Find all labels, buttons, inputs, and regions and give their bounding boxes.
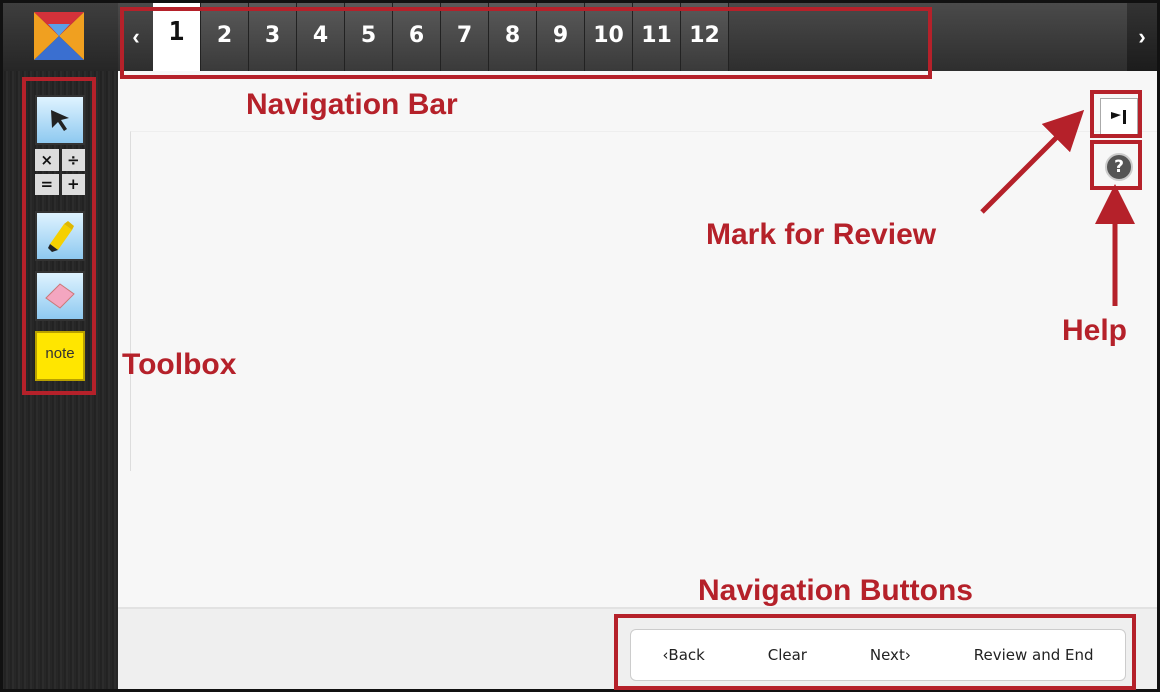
- question-tab-7[interactable]: 7: [441, 3, 489, 71]
- help-icon: ?: [1105, 153, 1133, 181]
- question-tab-8[interactable]: 8: [489, 3, 537, 71]
- navigation-bar: ‹ 1 2 3 4 5 6 7 8 9 10 11 12 ›: [3, 3, 1157, 73]
- mark-for-review-label: Mark for Review: [706, 218, 937, 251]
- next-button[interactable]: Next›: [862, 640, 919, 670]
- navigation-buttons-label: Navigation Buttons: [698, 574, 973, 607]
- calc-key: =: [35, 173, 59, 195]
- help-button[interactable]: ?: [1100, 148, 1138, 186]
- question-panel: [130, 131, 1157, 471]
- help-label: Help: [1062, 314, 1128, 347]
- logo-cell: [3, 3, 118, 71]
- calc-key: ÷: [61, 149, 85, 171]
- question-tabs: 1 2 3 4 5 6 7 8 9 10 11 12: [153, 3, 729, 73]
- question-tab-4[interactable]: 4: [297, 3, 345, 71]
- next-questions-arrow[interactable]: ›: [1127, 3, 1157, 71]
- question-tab-10[interactable]: 10: [585, 3, 633, 71]
- question-tab-11[interactable]: 11: [633, 3, 681, 71]
- mark-for-review-button[interactable]: [1100, 98, 1138, 136]
- question-tab-5[interactable]: 5: [345, 3, 393, 71]
- question-tab-6[interactable]: 6: [393, 3, 441, 71]
- clear-button[interactable]: Clear: [760, 640, 815, 670]
- back-button[interactable]: ‹Back: [654, 640, 712, 670]
- question-tab-3[interactable]: 3: [249, 3, 297, 71]
- navigation-bar-label: Navigation Bar: [246, 88, 458, 121]
- question-tab-12[interactable]: 12: [681, 3, 729, 71]
- logo-icon: [34, 12, 84, 60]
- eraser-tool[interactable]: [35, 271, 85, 321]
- pointer-tool[interactable]: [35, 95, 85, 145]
- calc-key: ×: [35, 149, 59, 171]
- toolbox-label: Toolbox: [122, 348, 237, 381]
- calc-key: +: [61, 173, 85, 195]
- app-window: ‹ 1 2 3 4 5 6 7 8 9 10 11 12 › × ÷ = + n…: [0, 0, 1160, 692]
- question-content-area: [118, 71, 1157, 607]
- prev-questions-arrow[interactable]: ‹: [121, 3, 151, 71]
- note-tool[interactable]: note: [35, 331, 85, 381]
- calculator-tool[interactable]: × ÷ = +: [35, 149, 85, 195]
- toolbox-sidebar: × ÷ = + note: [3, 71, 118, 689]
- review-and-end-button[interactable]: Review and End: [966, 640, 1102, 670]
- navigation-buttons: ‹Back Clear Next› Review and End: [630, 629, 1126, 681]
- question-tab-2[interactable]: 2: [201, 3, 249, 71]
- flag-icon: [1111, 110, 1126, 124]
- eraser-icon: [45, 283, 75, 309]
- question-tab-9[interactable]: 9: [537, 3, 585, 71]
- highlighter-tool[interactable]: [35, 211, 85, 261]
- arrow-cursor-icon: [51, 110, 69, 131]
- question-tab-1[interactable]: 1: [153, 3, 201, 73]
- highlighter-icon: [48, 221, 74, 252]
